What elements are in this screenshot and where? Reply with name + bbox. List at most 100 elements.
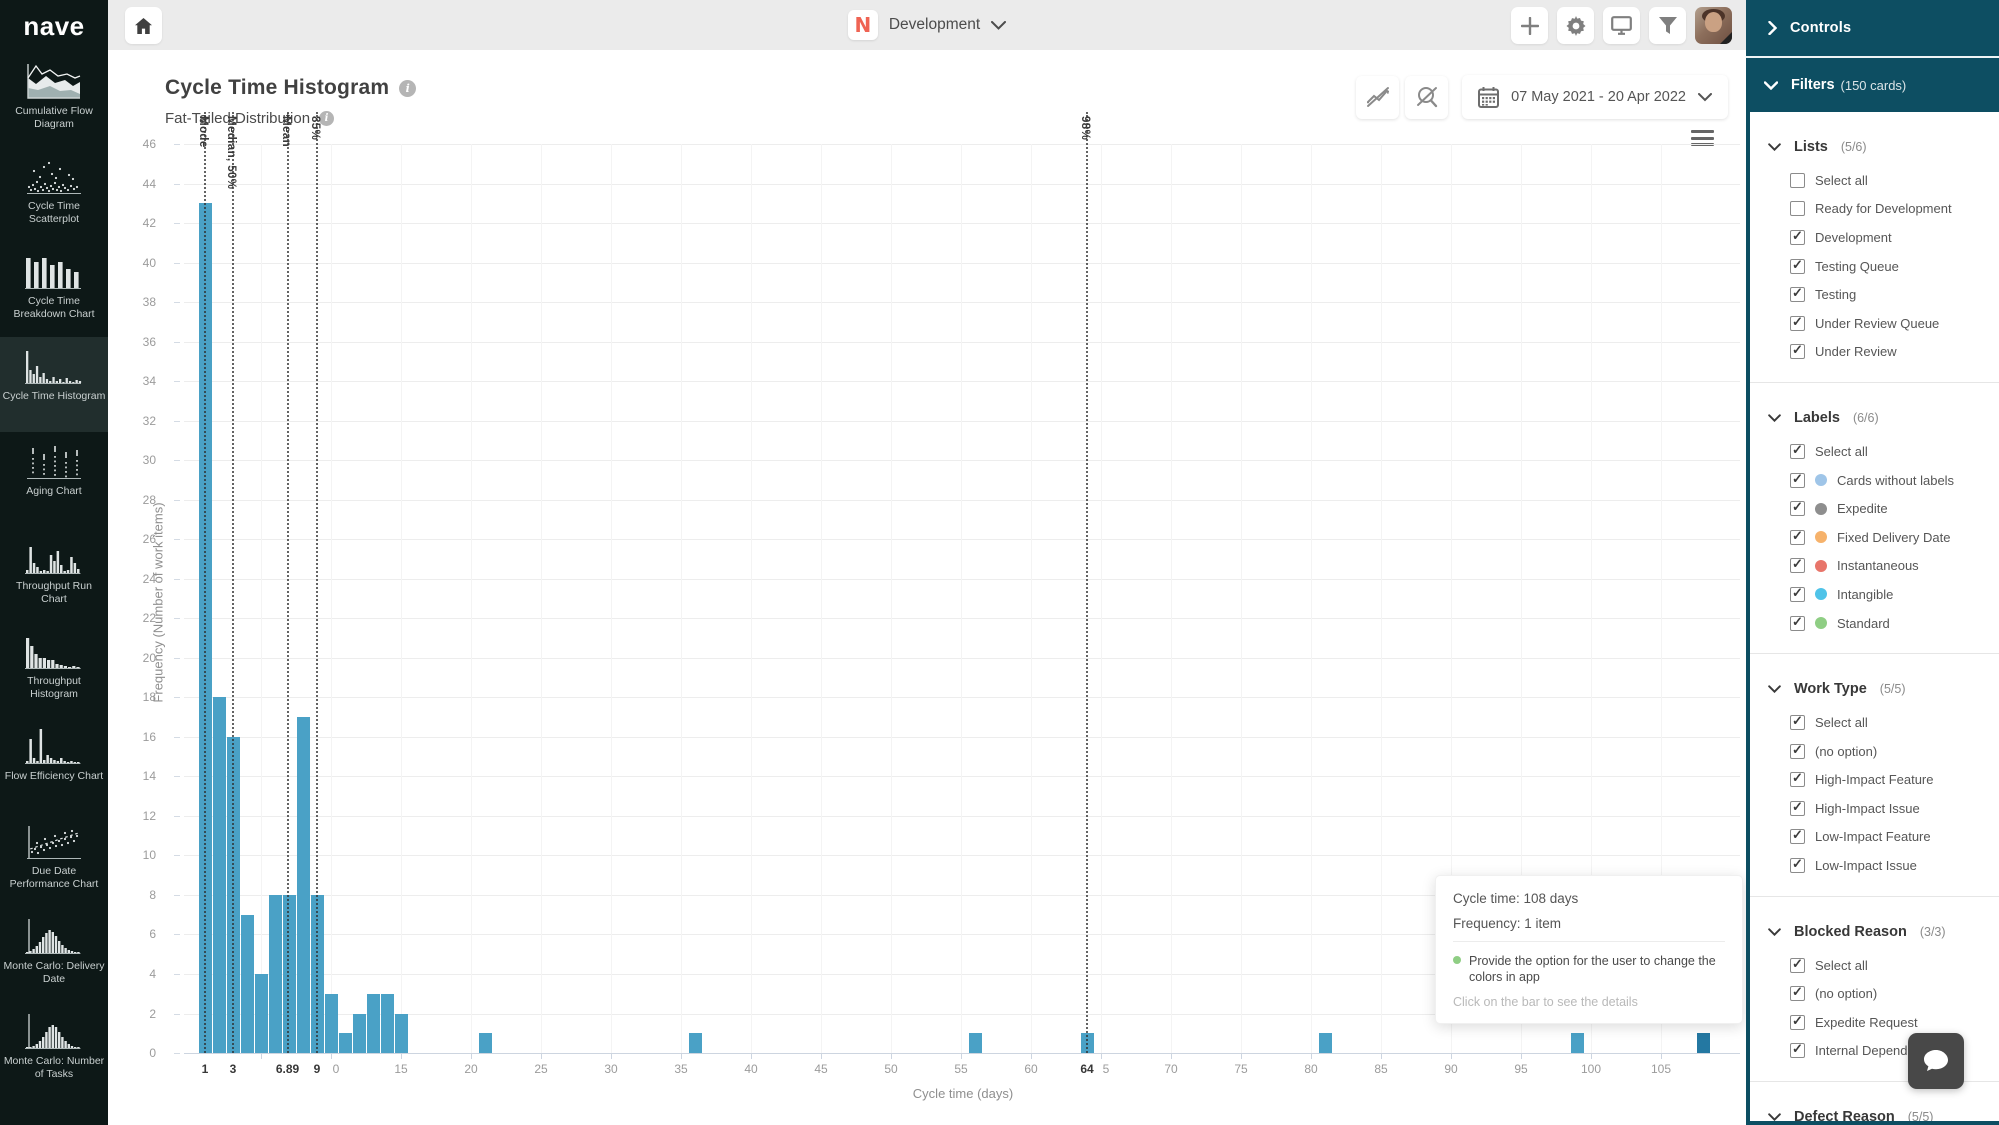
filter-section-header[interactable]: Labels(6/6) <box>1750 407 1999 429</box>
checkbox-checked-icon[interactable] <box>1790 715 1805 730</box>
filter-checkbox-row[interactable]: Low-Impact Issue <box>1750 851 1999 880</box>
filter-checkbox-row[interactable]: Expedite <box>1750 494 1999 523</box>
sidebar-item-cumulative-flow-diagram[interactable]: Cumulative Flow Diagram <box>0 52 108 147</box>
sidebar-item-cycle-time-breakdown-chart[interactable]: Cycle Time Breakdown Chart <box>0 242 108 337</box>
checkbox-checked-icon[interactable] <box>1790 858 1805 873</box>
filter-checkbox-row[interactable]: Fixed Delivery Date <box>1750 523 1999 552</box>
filter-section-header[interactable]: Blocked Reason(3/3) <box>1750 921 1999 943</box>
filter-checkbox-row[interactable]: Testing Queue <box>1750 252 1999 281</box>
filter-checkbox-row[interactable]: Select all <box>1750 951 1999 980</box>
checkbox-checked-icon[interactable] <box>1790 259 1805 274</box>
filter-checkbox-row[interactable]: (no option) <box>1750 979 1999 1008</box>
filter-section-header[interactable]: Lists(5/6) <box>1750 136 1999 158</box>
histogram-bar[interactable] <box>297 717 310 1053</box>
checkbox-checked-icon[interactable] <box>1790 1015 1805 1030</box>
histogram-bar[interactable] <box>269 895 282 1053</box>
histogram-bar[interactable] <box>325 994 338 1053</box>
filter-checkbox-row[interactable]: Expedite Request <box>1750 1008 1999 1037</box>
histogram-bar[interactable] <box>479 1033 492 1053</box>
checkbox-checked-icon[interactable] <box>1790 587 1805 602</box>
sidebar-item-monte-carlo-number-of-tasks[interactable]: Monte Carlo: Number of Tasks <box>0 1002 108 1097</box>
filter-checkbox-row[interactable]: (no option) <box>1750 737 1999 766</box>
filters-content: Lists(5/6)Select allReady for Developmen… <box>1746 112 1999 1121</box>
histogram-bar[interactable] <box>353 1014 366 1054</box>
filter-checkbox-row[interactable]: Intangible <box>1750 580 1999 609</box>
x-axis-tick-label: 50 <box>884 1062 897 1076</box>
settings-button[interactable] <box>1557 7 1594 44</box>
user-avatar[interactable] <box>1695 7 1732 44</box>
histogram-bar[interactable] <box>213 697 226 1053</box>
add-button[interactable] <box>1511 7 1548 44</box>
sidebar-item-aging-chart[interactable]: Aging Chart <box>0 432 108 527</box>
filter-checkbox-row[interactable]: Testing <box>1750 280 1999 309</box>
histogram-bar[interactable] <box>969 1033 982 1053</box>
filter-checkbox-row[interactable]: Select all <box>1750 437 1999 466</box>
checkbox-checked-icon[interactable] <box>1790 316 1805 331</box>
checkbox-checked-icon[interactable] <box>1790 829 1805 844</box>
controls-header[interactable]: Controls <box>1746 0 1999 56</box>
histogram-bar[interactable] <box>395 1014 408 1054</box>
histogram-bar[interactable] <box>339 1033 352 1053</box>
display-button[interactable] <box>1603 7 1640 44</box>
sidebar-item-monte-carlo-delivery-date[interactable]: Monte Carlo: Delivery Date <box>0 907 108 1002</box>
checkbox-unchecked-icon[interactable] <box>1790 173 1805 188</box>
histogram-bar[interactable] <box>241 915 254 1053</box>
histogram-bar[interactable] <box>1571 1033 1584 1053</box>
checkbox-checked-icon[interactable] <box>1790 958 1805 973</box>
zoom-reset-button[interactable] <box>1405 76 1448 119</box>
filter-checkbox-row[interactable]: Cards without labels <box>1750 466 1999 495</box>
sidebar-item-flow-efficiency-chart[interactable]: Flow Efficiency Chart <box>0 717 108 812</box>
filter-checkbox-row[interactable]: High-Impact Issue <box>1750 794 1999 823</box>
histogram-bar[interactable] <box>689 1033 702 1053</box>
filter-section-header[interactable]: Work Type(5/5) <box>1750 678 1999 700</box>
filter-checkbox-row[interactable]: High-Impact Feature <box>1750 766 1999 795</box>
filter-checkbox-row[interactable]: Ready for Development <box>1750 195 1999 224</box>
histogram-bar[interactable] <box>1319 1033 1332 1053</box>
filter-section-header[interactable]: Defect Reason(5/5) <box>1750 1106 1999 1121</box>
filter-option-label: Low-Impact Issue <box>1815 858 1917 873</box>
filter-checkbox-row[interactable]: Instantaneous <box>1750 552 1999 581</box>
checkbox-checked-icon[interactable] <box>1790 986 1805 1001</box>
checkbox-checked-icon[interactable] <box>1790 558 1805 573</box>
histogram-bar[interactable] <box>367 994 380 1053</box>
checkbox-checked-icon[interactable] <box>1790 744 1805 759</box>
filter-checkbox-row[interactable]: Select all <box>1750 166 1999 195</box>
breadcrumb[interactable]: N Development <box>108 0 1746 50</box>
filter-checkbox-row[interactable]: Under Review Queue <box>1750 309 1999 338</box>
filter-checkbox-row[interactable]: Under Review <box>1750 338 1999 367</box>
checkbox-checked-icon[interactable] <box>1790 473 1805 488</box>
checkbox-checked-icon[interactable] <box>1790 287 1805 302</box>
checkbox-checked-icon[interactable] <box>1790 444 1805 459</box>
checkbox-checked-icon[interactable] <box>1790 530 1805 545</box>
histogram-bar[interactable] <box>381 994 394 1053</box>
sidebar-item-due-date-performance-chart[interactable]: Due Date Performance Chart <box>0 812 108 907</box>
histogram-bar[interactable] <box>1697 1033 1710 1053</box>
filter-checkbox-row[interactable]: Low-Impact Feature <box>1750 823 1999 852</box>
filter-checkbox-row[interactable]: Select all <box>1750 708 1999 737</box>
checkbox-checked-icon[interactable] <box>1790 616 1805 631</box>
subtitle-info-icon[interactable]: i <box>319 111 334 126</box>
y-axis-tick-label: 12 <box>116 809 156 823</box>
sidebar-item-cycle-time-histogram[interactable]: Cycle Time Histogram <box>0 337 108 432</box>
chart-info-icon[interactable]: i <box>399 80 416 97</box>
checkbox-checked-icon[interactable] <box>1790 344 1805 359</box>
histogram-bar[interactable] <box>283 895 296 1053</box>
date-range-picker[interactable]: 07 May 2021 - 20 Apr 2022 <box>1462 75 1728 119</box>
checkbox-checked-icon[interactable] <box>1790 230 1805 245</box>
chat-widget-button[interactable] <box>1908 1033 1964 1089</box>
checkbox-checked-icon[interactable] <box>1790 801 1805 816</box>
filter-checkbox-row[interactable]: Development <box>1750 223 1999 252</box>
toggle-percentile-lines-button[interactable] <box>1356 76 1399 119</box>
sidebar-item-throughput-histogram[interactable]: Throughput Histogram <box>0 622 108 717</box>
filter-section-labels: Labels(6/6) Select allCards without label… <box>1750 383 1999 653</box>
histogram-bar[interactable] <box>255 974 268 1053</box>
checkbox-checked-icon[interactable] <box>1790 501 1805 516</box>
filter-checkbox-row[interactable]: Standard <box>1750 609 1999 638</box>
sidebar-item-throughput-run-chart[interactable]: Throughput Run Chart <box>0 527 108 622</box>
checkbox-unchecked-icon[interactable] <box>1790 201 1805 216</box>
filters-header[interactable]: Filters (150 cards) <box>1746 58 1999 112</box>
checkbox-checked-icon[interactable] <box>1790 1043 1805 1058</box>
checkbox-checked-icon[interactable] <box>1790 772 1805 787</box>
sidebar-item-cycle-time-scatterplot[interactable]: Cycle Time Scatterplot <box>0 147 108 242</box>
filter-button[interactable] <box>1649 7 1686 44</box>
